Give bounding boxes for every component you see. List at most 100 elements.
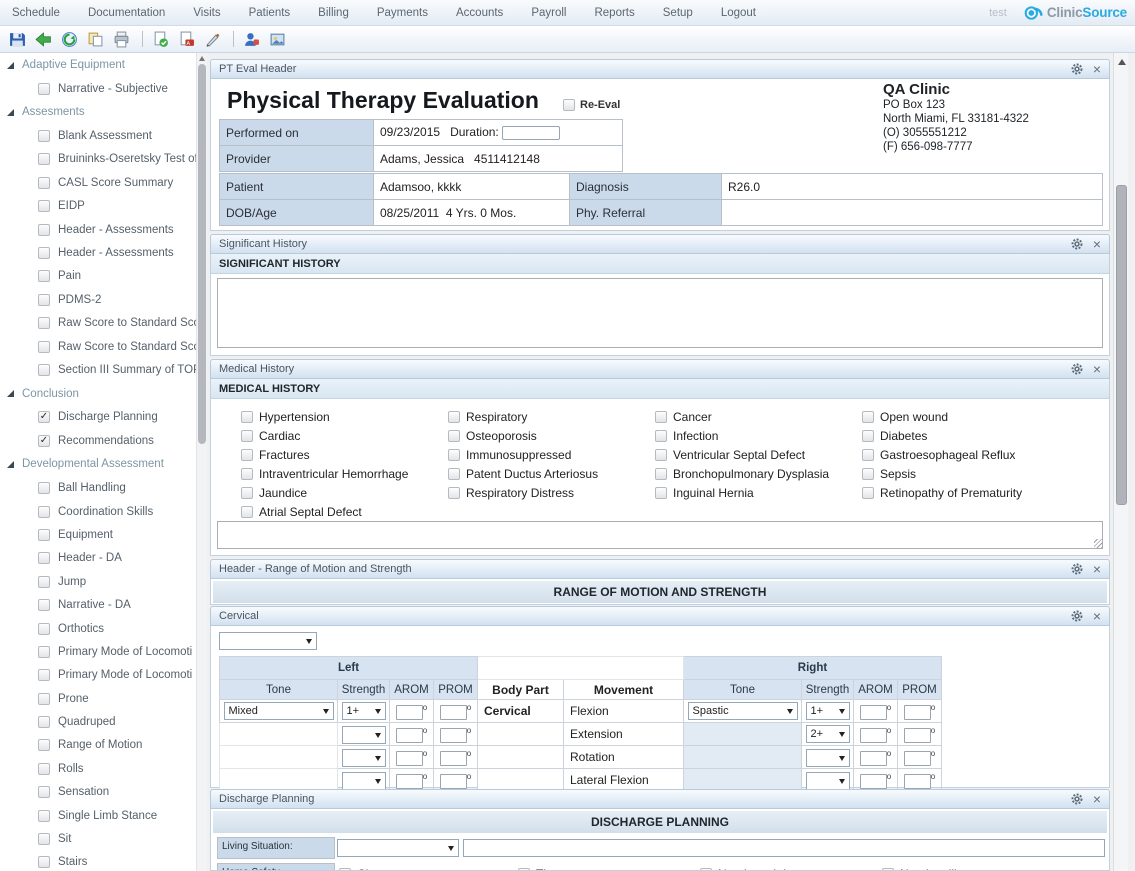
sidebar-scrollbar[interactable] bbox=[196, 53, 207, 871]
tree-item-checkbox[interactable] bbox=[38, 177, 50, 189]
refresh-icon[interactable] bbox=[58, 28, 81, 51]
tree-item-checkbox[interactable] bbox=[38, 224, 50, 236]
tree-item-checkbox[interactable] bbox=[38, 317, 50, 329]
tree-item-checkbox[interactable] bbox=[38, 552, 50, 564]
cervical-selector-dropdown[interactable] bbox=[219, 632, 317, 650]
tree-item-eidp[interactable]: EIDP bbox=[0, 195, 196, 218]
tree-item-header-assessments[interactable]: Header - Assessments bbox=[0, 241, 196, 264]
living-situation-input[interactable] bbox=[463, 839, 1105, 857]
tree-item-checkbox[interactable]: ✓ bbox=[38, 411, 50, 423]
resize-handle-icon[interactable] bbox=[1094, 539, 1103, 548]
tree-item-sit[interactable]: Sit bbox=[0, 827, 196, 850]
tree-item-checkbox[interactable] bbox=[38, 810, 50, 822]
tree-item-raw-score-to-standard-sco[interactable]: Raw Score to Standard Sco bbox=[0, 335, 196, 358]
tree-item-stairs[interactable]: Stairs bbox=[0, 851, 196, 871]
tree-item-checkbox[interactable] bbox=[38, 599, 50, 611]
tree-item-checkbox[interactable] bbox=[38, 341, 50, 353]
close-icon[interactable]: × bbox=[1093, 562, 1101, 576]
medical-condition-checkbox[interactable] bbox=[862, 468, 874, 480]
medical-condition-checkbox[interactable] bbox=[655, 411, 667, 423]
tree-item-casl-score-summary[interactable]: CASL Score Summary bbox=[0, 171, 196, 194]
medical-condition-checkbox[interactable] bbox=[241, 506, 253, 518]
tree-expander-icon[interactable] bbox=[7, 62, 14, 69]
left-arom-input-lateral-flexion[interactable] bbox=[396, 774, 423, 789]
tree-item-sensation[interactable]: Sensation bbox=[0, 781, 196, 804]
tree-item-rolls[interactable]: Rolls bbox=[0, 757, 196, 780]
right-strength-dropdown-lateral-flexion[interactable] bbox=[806, 772, 850, 790]
tree-item-bruininks-oseretsky-test-of[interactable]: Bruininks-Oseretsky Test of bbox=[0, 148, 196, 171]
gear-icon[interactable] bbox=[1071, 793, 1083, 805]
tree-item-range-of-motion[interactable]: Range of Motion bbox=[0, 734, 196, 757]
medical-condition-checkbox[interactable] bbox=[862, 411, 874, 423]
medical-history-notes-textarea[interactable] bbox=[217, 521, 1103, 549]
tree-item-pain[interactable]: Pain bbox=[0, 265, 196, 288]
tree-item-blank-assessment[interactable]: Blank Assessment bbox=[0, 124, 196, 147]
gear-icon[interactable] bbox=[1071, 363, 1083, 375]
left-tone-dropdown-flexion[interactable]: Mixed bbox=[224, 702, 334, 720]
medical-condition-checkbox[interactable] bbox=[655, 468, 667, 480]
medical-condition-checkbox[interactable] bbox=[655, 487, 667, 499]
tree-item-checkbox[interactable] bbox=[38, 529, 50, 541]
tree-item-header-da[interactable]: Header - DA bbox=[0, 547, 196, 570]
gear-icon[interactable] bbox=[1071, 610, 1083, 622]
gear-icon[interactable] bbox=[1071, 563, 1083, 575]
close-icon[interactable]: × bbox=[1093, 792, 1101, 806]
tree-item-ball-handling[interactable]: Ball Handling bbox=[0, 476, 196, 499]
tree-item-checkbox[interactable] bbox=[38, 693, 50, 705]
signature-icon[interactable] bbox=[201, 28, 224, 51]
left-strength-dropdown-lateral-flexion[interactable] bbox=[342, 772, 386, 790]
left-prom-input-flexion[interactable] bbox=[440, 705, 467, 720]
tree-group-assesments[interactable]: Assesments bbox=[0, 100, 196, 124]
tree-item-discharge-planning[interactable]: ✓Discharge Planning bbox=[0, 406, 196, 429]
menu-item-setup[interactable]: Setup bbox=[663, 7, 693, 19]
right-strength-dropdown-flexion[interactable]: 1+ bbox=[806, 702, 850, 720]
right-prom-input-extension[interactable] bbox=[904, 728, 931, 743]
left-strength-dropdown-extension[interactable] bbox=[342, 726, 386, 744]
menu-item-visits[interactable]: Visits bbox=[193, 7, 220, 19]
back-icon[interactable] bbox=[32, 28, 55, 51]
medical-condition-checkbox[interactable] bbox=[241, 430, 253, 442]
tree-item-narrative-da[interactable]: Narrative - DA bbox=[0, 593, 196, 616]
close-icon[interactable]: × bbox=[1093, 609, 1101, 623]
menu-item-reports[interactable]: Reports bbox=[594, 7, 634, 19]
menu-item-payroll[interactable]: Payroll bbox=[531, 7, 566, 19]
tree-item-header-assessments[interactable]: Header - Assessments bbox=[0, 218, 196, 241]
tree-item-checkbox[interactable] bbox=[38, 200, 50, 212]
significant-history-textarea[interactable] bbox=[217, 278, 1103, 348]
tree-item-checkbox[interactable]: ✓ bbox=[38, 435, 50, 447]
tree-item-checkbox[interactable] bbox=[38, 856, 50, 868]
menu-item-documentation[interactable]: Documentation bbox=[88, 7, 165, 19]
user-icon[interactable] bbox=[240, 28, 263, 51]
medical-condition-checkbox[interactable] bbox=[448, 449, 460, 461]
right-prom-input-lateral-flexion[interactable] bbox=[904, 774, 931, 789]
doc-check-icon[interactable] bbox=[149, 28, 172, 51]
image-icon[interactable] bbox=[266, 28, 289, 51]
left-arom-input-rotation[interactable] bbox=[396, 751, 423, 766]
sidebar-scroll-thumb[interactable] bbox=[198, 64, 206, 444]
tree-item-checkbox[interactable] bbox=[38, 247, 50, 259]
tree-item-narrative-subjective[interactable]: Narrative - Subjective bbox=[0, 77, 196, 100]
tree-item-checkbox[interactable] bbox=[38, 576, 50, 588]
left-prom-input-extension[interactable] bbox=[440, 728, 467, 743]
tree-item-checkbox[interactable] bbox=[38, 739, 50, 751]
right-tone-dropdown-flexion[interactable]: Spastic bbox=[688, 702, 798, 720]
menu-item-logout[interactable]: Logout bbox=[721, 7, 756, 19]
tree-item-checkbox[interactable] bbox=[38, 153, 50, 165]
left-prom-input-lateral-flexion[interactable] bbox=[440, 774, 467, 789]
tree-item-checkbox[interactable] bbox=[38, 270, 50, 282]
medical-condition-checkbox[interactable] bbox=[241, 468, 253, 480]
tree-item-prone[interactable]: Prone bbox=[0, 687, 196, 710]
right-arom-input-lateral-flexion[interactable] bbox=[860, 774, 887, 789]
tree-expander-icon[interactable] bbox=[7, 461, 14, 468]
tree-item-orthotics[interactable]: Orthotics bbox=[0, 617, 196, 640]
medical-condition-checkbox[interactable] bbox=[241, 487, 253, 499]
close-icon[interactable]: × bbox=[1093, 62, 1101, 76]
medical-condition-checkbox[interactable] bbox=[862, 430, 874, 442]
right-arom-input-flexion[interactable] bbox=[860, 705, 887, 720]
tree-item-checkbox[interactable] bbox=[38, 669, 50, 681]
medical-condition-checkbox[interactable] bbox=[448, 487, 460, 499]
tree-item-checkbox[interactable] bbox=[38, 716, 50, 728]
menu-item-billing[interactable]: Billing bbox=[318, 7, 349, 19]
tree-item-equipment[interactable]: Equipment bbox=[0, 523, 196, 546]
right-strength-dropdown-rotation[interactable] bbox=[806, 749, 850, 767]
